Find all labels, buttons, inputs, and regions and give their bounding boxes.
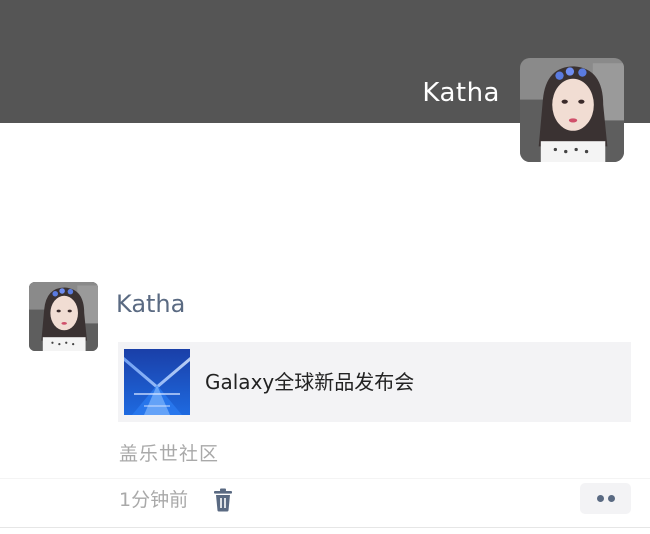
dot — [597, 495, 604, 502]
header-avatar[interactable] — [520, 58, 624, 162]
post-author-avatar[interactable] — [29, 282, 98, 351]
more-dots-icon[interactable] — [580, 483, 631, 514]
post-author-name[interactable]: Katha — [116, 287, 185, 321]
divider — [0, 478, 650, 479]
post-time: 1分钟前 — [119, 489, 189, 511]
header-user-name[interactable]: Katha — [422, 76, 500, 110]
post-source[interactable]: 盖乐世社区 — [119, 440, 219, 468]
trash-icon[interactable] — [212, 488, 234, 512]
divider — [0, 527, 650, 528]
dot — [608, 495, 615, 502]
link-card-title: Galaxy全球新品发布会 — [205, 370, 415, 394]
galaxy-event-thumbnail — [124, 349, 190, 415]
shared-link-card[interactable]: Galaxy全球新品发布会 — [118, 342, 631, 422]
